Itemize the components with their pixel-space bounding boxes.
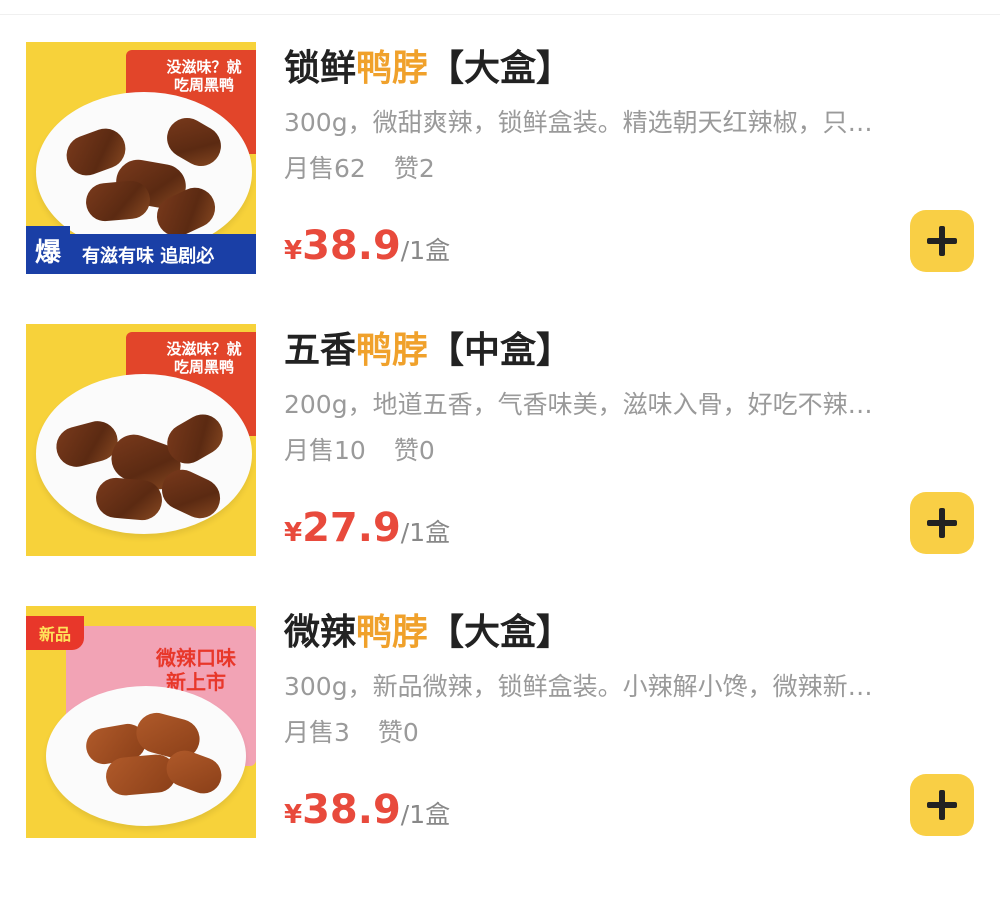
price-value: 27.9 bbox=[302, 505, 401, 551]
new-badge: 新品 bbox=[26, 616, 84, 650]
product-info: 五香鸭脖【中盒】 200g，地道五香，气香味美，滋味入骨，好吃不辣… 月售10 赞… bbox=[284, 324, 984, 556]
title-suffix: 【大盒】 bbox=[428, 612, 573, 653]
plus-icon bbox=[927, 508, 957, 538]
product-image[interactable]: 没滋味？就吃周黑鸭 bbox=[26, 324, 256, 556]
product-image[interactable]: 微辣口味 新上市 新品 bbox=[26, 606, 256, 838]
product-description: 200g，地道五香，气香味美，滋味入骨，好吃不辣… bbox=[284, 390, 873, 419]
hot-badge: 爆 bbox=[26, 226, 70, 274]
title-prefix: 微辣 bbox=[284, 612, 357, 653]
title-prefix: 锁鲜 bbox=[284, 48, 357, 89]
add-to-cart-button[interactable] bbox=[910, 210, 974, 272]
product-info: 微辣鸭脖【大盒】 300g，新品微辣，锁鲜盒装。小辣解小馋，微辣新… 月售3 赞0… bbox=[284, 606, 984, 838]
product-title[interactable]: 五香鸭脖【中盒】 bbox=[284, 326, 572, 376]
likes-count: 赞0 bbox=[393, 436, 435, 465]
product-item[interactable]: 微辣口味 新上市 新品 微辣鸭脖【大盒】 300g，新品微辣，锁鲜盒装。小辣解小… bbox=[0, 606, 1000, 838]
title-suffix: 【大盒】 bbox=[428, 48, 573, 89]
plus-icon bbox=[927, 226, 957, 256]
product-image[interactable]: 没滋味？就吃周黑鸭 有滋有味 追剧必 爆 bbox=[26, 42, 256, 274]
product-stats: 月售10 赞0 bbox=[284, 434, 435, 468]
price-unit: /1盒 bbox=[400, 800, 451, 829]
product-description: 300g，微甜爽辣，锁鲜盒装。精选朝天红辣椒，只… bbox=[284, 108, 873, 137]
product-title[interactable]: 微辣鸭脖【大盒】 bbox=[284, 608, 572, 658]
likes-count: 赞0 bbox=[377, 718, 419, 747]
product-item[interactable]: 没滋味？就吃周黑鸭 五香鸭脖【中盒】 200g，地道五香，气香味美，滋味入骨，好… bbox=[0, 324, 1000, 556]
currency-symbol: ¥ bbox=[284, 236, 303, 266]
package-text: 没滋味？就吃周黑鸭 bbox=[166, 58, 242, 94]
plus-icon bbox=[927, 790, 957, 820]
price-row: ¥38.9/1盒 bbox=[284, 784, 450, 836]
product-stats: 月售3 赞0 bbox=[284, 716, 419, 750]
monthly-sales: 月售3 bbox=[284, 718, 350, 747]
product-item[interactable]: 没滋味？就吃周黑鸭 有滋有味 追剧必 爆 锁鲜鸭脖【大盒】 300g，微甜爽辣，… bbox=[0, 42, 1000, 274]
price-value: 38.9 bbox=[302, 223, 401, 269]
duck-neck-piece bbox=[94, 476, 164, 522]
product-title[interactable]: 锁鲜鸭脖【大盒】 bbox=[284, 44, 572, 94]
price-row: ¥27.9/1盒 bbox=[284, 502, 450, 554]
price-unit: /1盒 bbox=[400, 236, 451, 265]
price-unit: /1盒 bbox=[400, 518, 451, 547]
currency-symbol: ¥ bbox=[284, 518, 303, 548]
product-description: 300g，新品微辣，锁鲜盒装。小辣解小馋，微辣新… bbox=[284, 672, 873, 701]
product-info: 锁鲜鸭脖【大盒】 300g，微甜爽辣，锁鲜盒装。精选朝天红辣椒，只… 月售62 赞… bbox=[284, 42, 984, 274]
title-suffix: 【中盒】 bbox=[428, 330, 573, 371]
promo-banner-text: 有滋有味 追剧必 bbox=[82, 246, 215, 267]
currency-symbol: ¥ bbox=[284, 800, 303, 830]
title-highlight: 鸭脖 bbox=[356, 612, 429, 653]
monthly-sales: 月售62 bbox=[284, 154, 366, 183]
product-stats: 月售62 赞2 bbox=[284, 152, 435, 186]
title-prefix: 五香 bbox=[284, 330, 357, 371]
likes-count: 赞2 bbox=[393, 154, 435, 183]
title-highlight: 鸭脖 bbox=[356, 48, 429, 89]
price-value: 38.9 bbox=[302, 787, 401, 833]
monthly-sales: 月售10 bbox=[284, 436, 366, 465]
package-text: 没滋味？就吃周黑鸭 bbox=[166, 340, 242, 376]
product-list: 没滋味？就吃周黑鸭 有滋有味 追剧必 爆 锁鲜鸭脖【大盒】 300g，微甜爽辣，… bbox=[0, 0, 1000, 912]
add-to-cart-button[interactable] bbox=[910, 492, 974, 554]
title-highlight: 鸭脖 bbox=[356, 330, 429, 371]
add-to-cart-button[interactable] bbox=[910, 774, 974, 836]
price-row: ¥38.9/1盒 bbox=[284, 220, 450, 272]
